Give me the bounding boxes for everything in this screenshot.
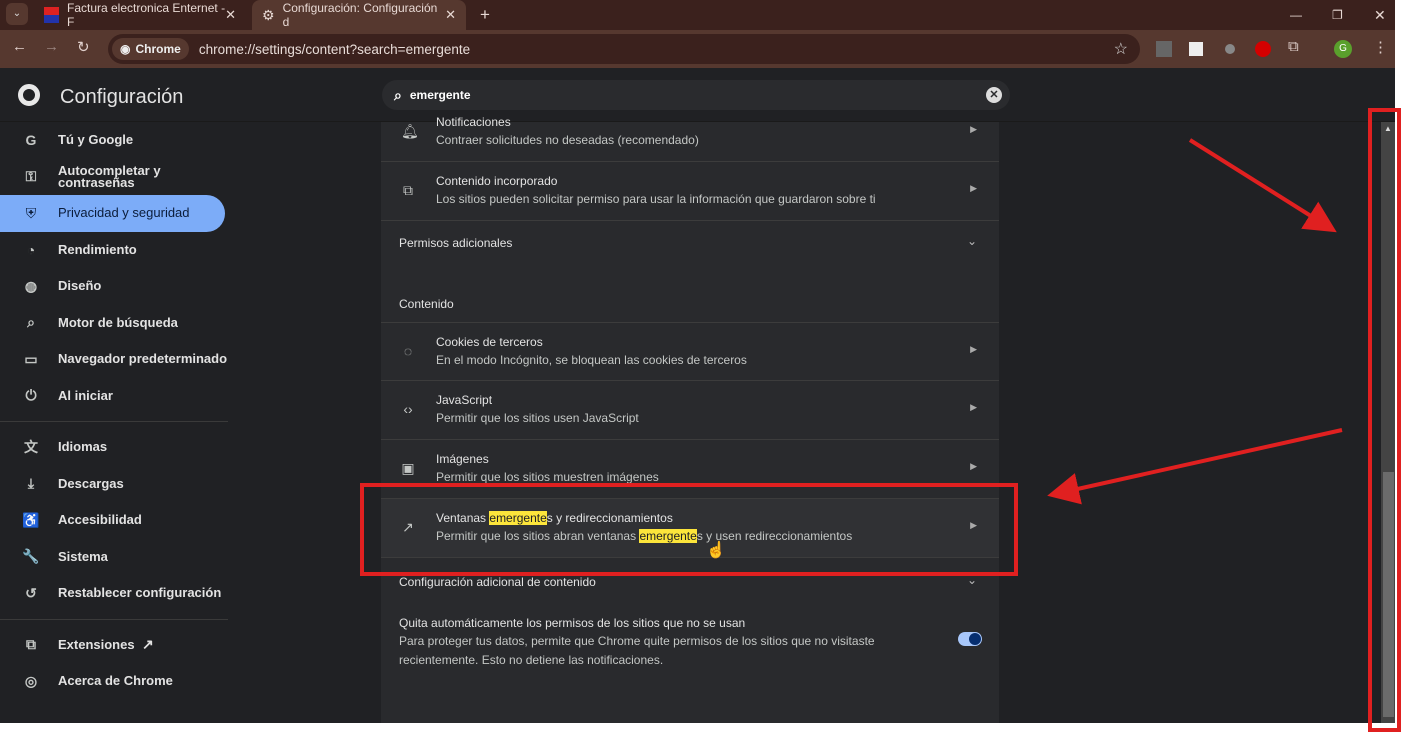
- highlight-box: [360, 483, 1018, 576]
- annotation-overlay: [360, 108, 1401, 732]
- scrollbar-highlight-box: [1368, 108, 1401, 732]
- arrow-annotation: [1188, 138, 1337, 233]
- arrow-annotation: [1047, 428, 1343, 505]
